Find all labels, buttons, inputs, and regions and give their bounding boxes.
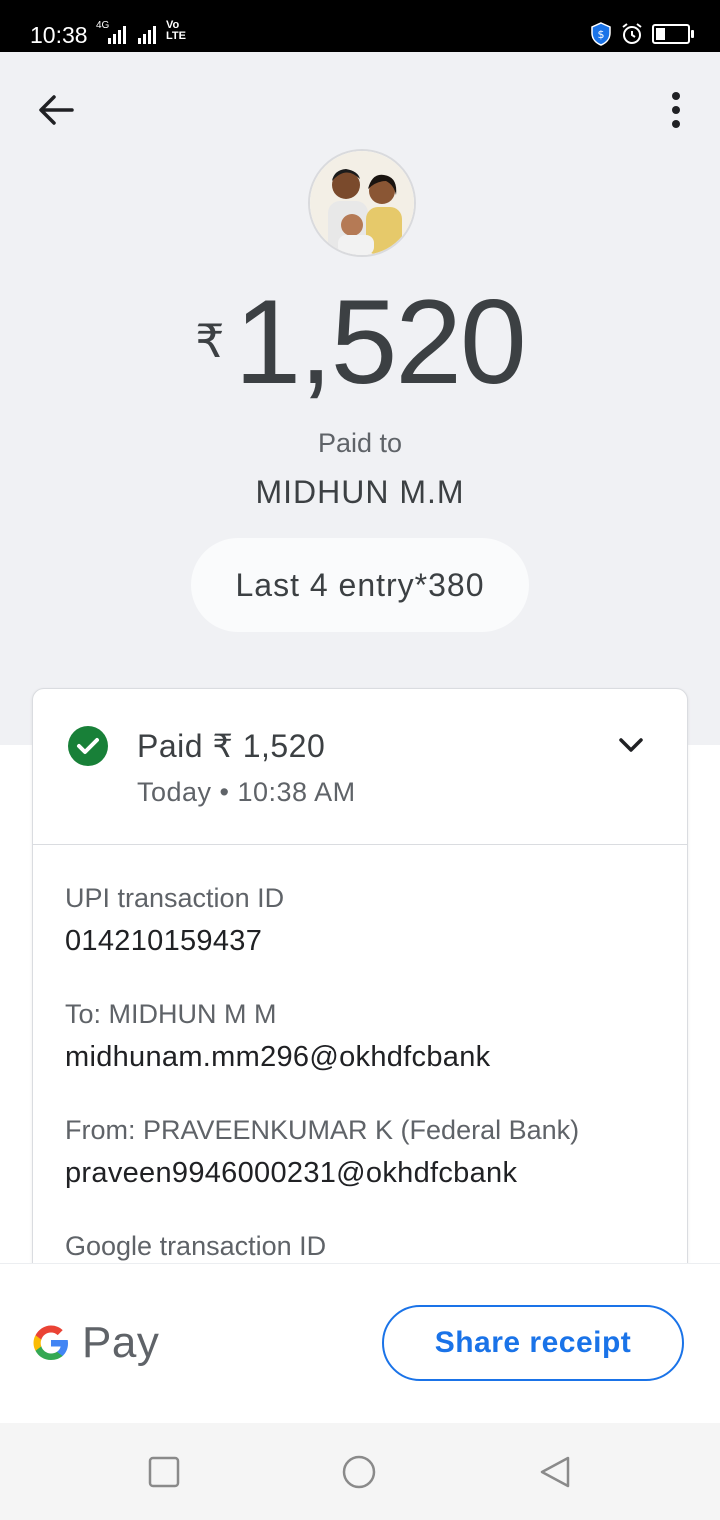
currency-symbol: ₹ bbox=[195, 315, 225, 367]
paid-to-label: Paid to bbox=[317, 428, 403, 458]
from-label: From: PRAVEENKUMAR K (Federal Bank) bbox=[65, 1115, 580, 1145]
payee-name: MIDHUN M.M bbox=[255, 474, 465, 510]
gpay-logo-text: Pay bbox=[82, 1318, 160, 1367]
share-receipt-button[interactable]: Share receipt bbox=[382, 1305, 684, 1381]
chevron-down-icon[interactable] bbox=[615, 733, 647, 757]
status-time: 10:38 bbox=[30, 22, 88, 48]
signal-icon bbox=[138, 24, 156, 44]
amount-value: 1,520 bbox=[234, 275, 526, 409]
signal-icon bbox=[108, 24, 126, 44]
google-g-icon bbox=[33, 1325, 68, 1360]
transaction-card: Paid ₹ 1,520 Today • 10:38 AM UPI transa… bbox=[32, 688, 688, 1330]
status-bar: 10:38 4G Vo LTE $ bbox=[0, 0, 720, 52]
system-nav-bar bbox=[0, 1423, 720, 1520]
status-time: Today • 10:38 AM bbox=[137, 777, 356, 807]
upi-id-value: 014210159437 bbox=[65, 925, 263, 957]
payment-header: ₹1,520 Paid to MIDHUN M.M Last 4 entry*3… bbox=[0, 52, 720, 745]
contact-avatar-photo bbox=[310, 151, 414, 255]
upi-id-label: UPI transaction ID bbox=[65, 883, 285, 913]
account-pill: Last 4 entry*380 bbox=[191, 538, 529, 632]
alarm-icon bbox=[622, 23, 642, 44]
amount-display: ₹1,520 bbox=[0, 282, 720, 402]
battery-icon bbox=[652, 24, 694, 44]
svg-text:$: $ bbox=[598, 28, 605, 41]
home-circle-icon[interactable] bbox=[342, 1455, 376, 1489]
arrow-back-icon[interactable] bbox=[36, 92, 76, 128]
battery-level bbox=[656, 28, 665, 40]
recents-square-icon[interactable] bbox=[147, 1455, 181, 1489]
footer-bar: Pay Share receipt bbox=[0, 1263, 720, 1424]
status-title: Paid ₹ 1,520 bbox=[137, 728, 326, 764]
avatar bbox=[308, 149, 416, 257]
to-value: midhunam.mm296@okhdfcbank bbox=[65, 1041, 491, 1073]
status-icons: $ bbox=[590, 22, 694, 46]
more-vert-icon[interactable] bbox=[660, 90, 692, 130]
to-label: To: MIDHUN M M bbox=[65, 999, 277, 1029]
shield-icon: $ bbox=[591, 22, 611, 46]
from-value: praveen9946000231@okhdfcbank bbox=[65, 1157, 518, 1189]
volte-indicator: Vo LTE bbox=[166, 19, 186, 42]
google-id-label: Google transaction ID bbox=[65, 1231, 327, 1261]
gpay-logo: Pay bbox=[30, 1318, 159, 1368]
divider bbox=[33, 844, 687, 845]
back-triangle-icon[interactable] bbox=[538, 1455, 572, 1489]
check-circle-icon bbox=[68, 726, 108, 766]
